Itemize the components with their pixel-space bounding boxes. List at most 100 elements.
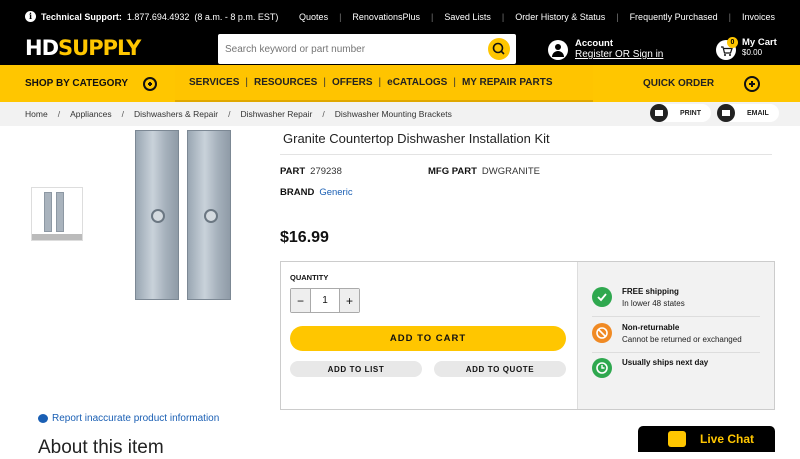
search-icon [492,42,505,55]
quantity-stepper: − 1 + [290,288,360,313]
cart-count-badge: 0 [727,37,738,48]
separator: / [121,109,125,119]
product-thumbnail[interactable] [31,187,83,241]
account-menu[interactable]: Account Register OR Sign in [548,38,663,60]
nav-resources[interactable]: RESOURCES [254,77,317,88]
technical-support: i Technical Support: 1.877.694.4932 (8 a… [25,11,278,22]
report-inaccurate-link[interactable]: Report inaccurate product information [38,413,219,424]
mfg-part-label: MFG PART [428,166,477,177]
link-frequently-purchased[interactable]: Frequently Purchased [630,12,718,22]
quick-order-button[interactable]: QUICK ORDER [593,65,800,102]
account-icon [548,40,568,60]
bracket-left [135,130,179,300]
mfg-part-number: MFG PART DWGRANITE [428,166,540,177]
mfg-part-value: DWGRANITE [481,166,540,177]
cart-title: My Cart [742,37,777,48]
quantity-input[interactable]: 1 [310,289,340,312]
separator: | [501,12,505,22]
printer-icon [650,104,668,122]
separator: | [378,77,382,88]
divider [592,352,760,353]
breadcrumb-home[interactable]: Home [25,109,48,119]
brand: BRAND Generic [280,187,353,198]
breadcrumb-mounting-brackets[interactable]: Dishwasher Mounting Brackets [335,109,452,119]
nav-services[interactable]: SERVICES [189,77,239,88]
shop-by-category-label: SHOP BY CATEGORY [25,78,128,89]
link-invoices[interactable]: Invoices [742,12,775,22]
nav-my-repair-parts[interactable]: MY REPAIR PARTS [462,77,553,88]
print-button[interactable]: PRINT [650,104,711,122]
separator: | [339,12,342,22]
link-renovationsplus[interactable]: RenovationsPlus [352,12,420,22]
email-button[interactable]: EMAIL [717,104,779,122]
product-title: Granite Countertop Dishwasher Installati… [283,131,550,146]
live-chat-label: Live Chat [700,432,755,446]
info-icon: i [25,11,36,22]
search-input[interactable] [218,34,478,64]
product-price: $16.99 [280,229,329,246]
account-title: Account [575,38,613,49]
breadcrumb-appliances[interactable]: Appliances [70,109,112,119]
cart[interactable]: 0 My Cart $0.00 [716,37,777,60]
truck-check-icon [592,287,612,307]
separator: | [453,77,456,88]
clock-truck-icon [592,358,612,378]
feature-title: Non-returnable [622,323,680,332]
link-quotes[interactable]: Quotes [299,12,328,22]
nav-ecatalogs[interactable]: eCATALOGS [387,77,447,88]
feature-ships-next-day: Usually ships next day [592,358,708,378]
add-to-list-button[interactable]: ADD TO LIST [290,361,422,377]
report-label: Report inaccurate product information [52,413,220,424]
bracket-shape [56,192,64,232]
nav-offers[interactable]: OFFERS [332,77,373,88]
feature-subtitle: In lower 48 states [622,299,685,308]
separator: | [616,12,619,22]
envelope-icon [717,104,735,122]
shop-by-category-button[interactable]: SHOP BY CATEGORY [0,65,175,102]
add-to-cart-button[interactable]: ADD TO CART [290,326,566,351]
plus-circle-icon [744,75,761,92]
utility-links: Quotes | RenovationsPlus | Saved Lists | Or… [299,12,775,22]
brand-label: BRAND [280,187,315,198]
quick-order-label: QUICK ORDER [643,78,715,89]
chat-icon [668,431,686,447]
about-heading: About this item [38,437,164,458]
separator: | [323,77,326,88]
divider [592,316,760,317]
utility-bar: i Technical Support: 1.877.694.4932 (8 a… [0,0,800,34]
search-button[interactable] [488,38,510,60]
register-sign-in-link[interactable]: Register OR Sign in [575,49,663,60]
search-bar [218,34,516,64]
bracket-right [187,130,231,300]
decrease-quantity-button[interactable]: − [291,289,310,312]
separator: / [57,109,61,119]
separator: / [322,109,325,119]
part-number: PART 279238 [280,166,342,177]
increase-quantity-button[interactable]: + [340,289,359,312]
logo-hd: HD [25,36,59,60]
add-to-quote-button[interactable]: ADD TO QUOTE [434,361,566,377]
divider [280,154,772,155]
print-label: PRINT [680,109,701,117]
support-phone[interactable]: 1.877.694.4932 [127,12,190,22]
feature-title: FREE shipping [622,287,679,296]
breadcrumb-dishwasher-repair[interactable]: Dishwasher Repair [241,109,313,119]
product-image[interactable] [135,130,235,302]
breadcrumb-dishwashers-repair[interactable]: Dishwashers & Repair [134,109,218,119]
cart-icon: 0 [716,37,738,60]
logo-supply: SUPPLY [58,36,141,60]
feature-subtitle: Cannot be returned or exchanged [622,335,742,344]
quantity-label: QUANTITY [290,273,329,282]
no-return-icon [592,323,612,343]
live-chat-button[interactable]: Live Chat [638,426,775,452]
feature-free-shipping: FREE shipping In lower 48 states [592,287,685,308]
link-order-history[interactable]: Order History & Status [515,12,605,22]
separator: | [245,77,248,88]
feature-non-returnable: Non-returnable Cannot be returned or exc… [592,323,742,344]
link-saved-lists[interactable]: Saved Lists [444,12,491,22]
cart-total: $0.00 [742,48,763,57]
hd-supply-logo[interactable]: HDSUPPLY [25,36,141,60]
brand-link[interactable]: Generic [319,187,352,198]
email-label: EMAIL [747,109,769,117]
screw-icon [151,209,165,223]
